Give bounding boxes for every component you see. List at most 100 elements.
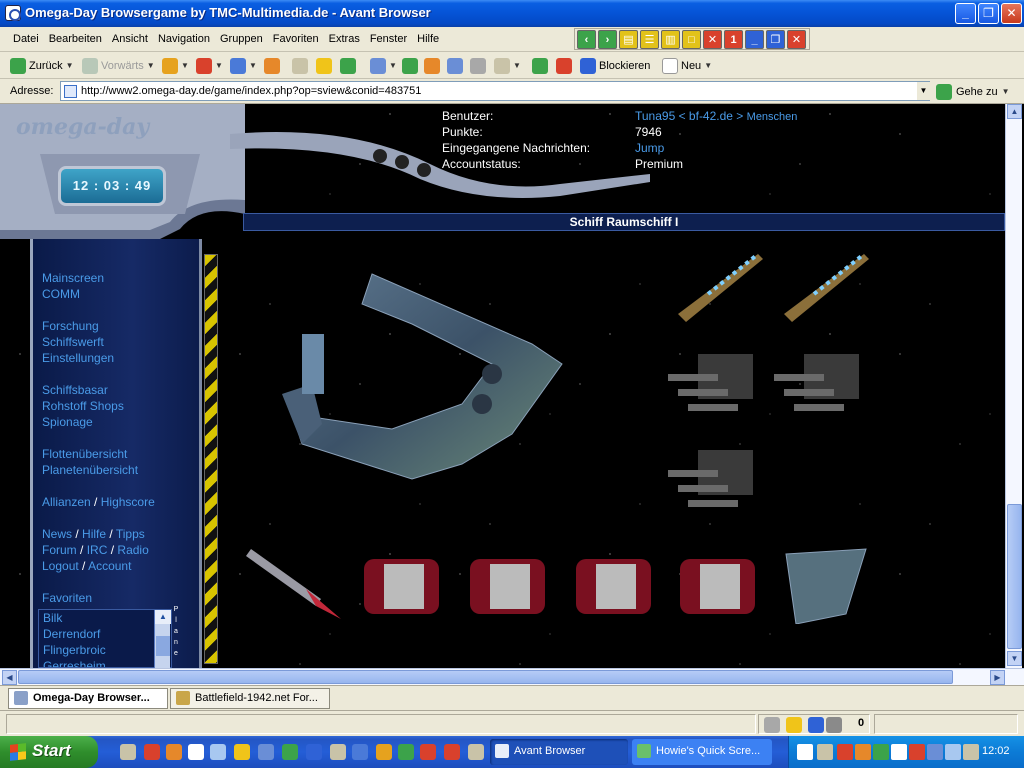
benutzer-link[interactable]: Tuna95 < bf-42.de > — [635, 109, 743, 123]
favorite-item-derrendorf[interactable]: Derrendorf — [39, 626, 171, 642]
menu-ansicht[interactable]: Ansicht — [107, 33, 153, 45]
quicklaunch-icon[interactable] — [352, 744, 368, 760]
tile-icon[interactable]: □ — [682, 30, 701, 49]
home-button[interactable] — [264, 56, 280, 75]
favorites-button[interactable] — [316, 56, 332, 75]
tab-minimize-icon[interactable]: _ — [745, 30, 764, 49]
favorites-scrollbar[interactable]: ▲ — [154, 610, 171, 668]
tray-icon[interactable] — [909, 744, 925, 760]
quicklaunch-icon[interactable] — [376, 744, 392, 760]
quicklaunch-icon[interactable] — [468, 744, 484, 760]
favorite-item-flingerbroic[interactable]: Flingerbroic — [39, 642, 171, 658]
tray-icon[interactable] — [855, 744, 871, 760]
nav-logout[interactable]: Logout — [42, 559, 79, 573]
stop-button[interactable]: ▼ — [196, 56, 223, 75]
chevron-down-icon[interactable]: ▼ — [66, 61, 74, 70]
scroll-up-arrow-icon[interactable]: ▲ — [1007, 104, 1022, 119]
nav-hilfe[interactable]: Hilfe — [82, 527, 106, 541]
window-button[interactable]: ▼ — [370, 56, 397, 75]
menu-hilfe[interactable]: Hilfe — [412, 33, 444, 45]
prev-page-icon[interactable]: ‹ — [577, 30, 596, 49]
menu-favoriten[interactable]: Favoriten — [268, 33, 324, 45]
nav-account[interactable]: Account — [88, 559, 131, 573]
new-button[interactable]: Neu ▼ — [662, 56, 712, 75]
scroll-right-arrow-icon[interactable]: ▶ — [990, 670, 1005, 685]
tab-battlefield[interactable]: Battlefield-1942.net For... — [170, 688, 330, 709]
close-button[interactable]: ✕ — [1001, 3, 1022, 24]
scroll-down-arrow-icon[interactable]: ▼ — [1007, 651, 1022, 666]
nav-tipps[interactable]: Tipps — [116, 527, 145, 541]
chevron-down-icon[interactable]: ▼ — [215, 61, 223, 70]
vertical-scrollbar[interactable]: ▲ ▼ — [1005, 104, 1022, 668]
tray-icon[interactable] — [891, 744, 907, 760]
tile-vertical-icon[interactable]: ▥ — [661, 30, 680, 49]
menu-bearbeiten[interactable]: Bearbeiten — [44, 33, 107, 45]
quicklaunch-icon[interactable] — [258, 744, 274, 760]
menu-gruppen[interactable]: Gruppen — [215, 33, 268, 45]
nav-planetenuebersicht[interactable]: Planetenübersicht — [42, 462, 138, 478]
tray-icon[interactable] — [963, 744, 979, 760]
favorite-item-gerresheim[interactable]: Gerresheim — [39, 658, 171, 667]
close-all-icon[interactable]: ✕ — [703, 30, 722, 49]
quicklaunch-icon[interactable] — [444, 744, 460, 760]
nav-spionage[interactable]: Spionage — [42, 414, 124, 430]
nav-irc[interactable]: IRC — [87, 543, 108, 557]
quicklaunch-icon[interactable] — [282, 744, 298, 760]
address-dropdown-icon[interactable]: ▼ — [917, 82, 930, 100]
title-bar[interactable]: Omega-Day Browsergame by TMC-Multimedia.… — [0, 0, 1024, 27]
tab-omega-day[interactable]: Omega-Day Browser... — [8, 688, 168, 709]
favorite-item-bilk[interactable]: Bilk — [39, 610, 171, 626]
nav-news[interactable]: News — [42, 527, 72, 541]
chevron-down-icon[interactable]: ▼ — [513, 61, 521, 70]
minimize-button[interactable]: _ — [955, 3, 976, 24]
translate-button[interactable] — [424, 56, 440, 75]
tray-icon[interactable] — [927, 744, 943, 760]
scroll-thumb[interactable] — [156, 636, 170, 656]
go-button[interactable]: Gehe zu ▼ — [936, 82, 1010, 101]
chevron-down-icon[interactable]: ▼ — [147, 61, 155, 70]
download-icon[interactable] — [764, 717, 780, 733]
quicklaunch-icon[interactable] — [188, 744, 204, 760]
cascade-icon[interactable]: ▤ — [619, 30, 638, 49]
nav-highscore[interactable]: Highscore — [101, 495, 155, 509]
chevron-down-icon[interactable]: ▼ — [181, 61, 189, 70]
quicklaunch-icon[interactable] — [166, 744, 182, 760]
maximize-button[interactable]: ❐ — [978, 3, 999, 24]
tray-icon[interactable] — [837, 744, 853, 760]
quicklaunch-icon[interactable] — [330, 744, 346, 760]
nav-forum[interactable]: Forum — [42, 543, 77, 557]
chevron-down-icon[interactable]: ▼ — [1002, 87, 1010, 96]
speaker-icon[interactable] — [826, 717, 842, 733]
tray-icon[interactable] — [945, 744, 961, 760]
font-button[interactable] — [402, 56, 418, 75]
quicklaunch-icon[interactable] — [398, 744, 414, 760]
nav-flottenuebersicht[interactable]: Flottenübersicht — [42, 446, 138, 462]
mail-button[interactable]: ▼ — [494, 56, 521, 75]
nachrichten-link[interactable]: Jump — [635, 141, 664, 155]
nav-forschung[interactable]: Forschung — [42, 318, 114, 334]
nav-schiffswerft[interactable]: Schiffswerft — [42, 334, 114, 350]
chevron-down-icon[interactable]: ▼ — [249, 61, 257, 70]
tray-icon[interactable] — [797, 744, 813, 760]
vertical-scroll-thumb[interactable] — [1007, 504, 1022, 649]
print-button[interactable] — [470, 56, 486, 75]
nav-schiffsbasar[interactable]: Schiffsbasar — [42, 382, 124, 398]
nav-mainscreen[interactable]: Mainscreen — [42, 270, 104, 286]
chevron-down-icon[interactable]: ▼ — [704, 61, 712, 70]
address-input[interactable] — [60, 81, 930, 101]
block-popups-button[interactable]: Blockieren — [580, 56, 650, 75]
nav-einstellungen[interactable]: Einstellungen — [42, 350, 114, 366]
quicklaunch-icon[interactable] — [234, 744, 250, 760]
tray-icon[interactable] — [817, 744, 833, 760]
history-button[interactable] — [340, 56, 356, 75]
menu-extras[interactable]: Extras — [324, 33, 365, 45]
tile-horizontal-icon[interactable]: ☰ — [640, 30, 659, 49]
start-button[interactable]: Start — [0, 736, 98, 768]
quicklaunch-icon[interactable] — [120, 744, 136, 760]
nav-comm[interactable]: COMM — [42, 286, 104, 302]
task-avant-browser[interactable]: Avant Browser — [490, 739, 628, 765]
tab-restore-icon[interactable]: ❐ — [766, 30, 785, 49]
edit-button[interactable] — [447, 56, 463, 75]
chevron-down-icon[interactable]: ▼ — [389, 61, 397, 70]
scroll-up-icon[interactable]: ▲ — [155, 610, 171, 624]
